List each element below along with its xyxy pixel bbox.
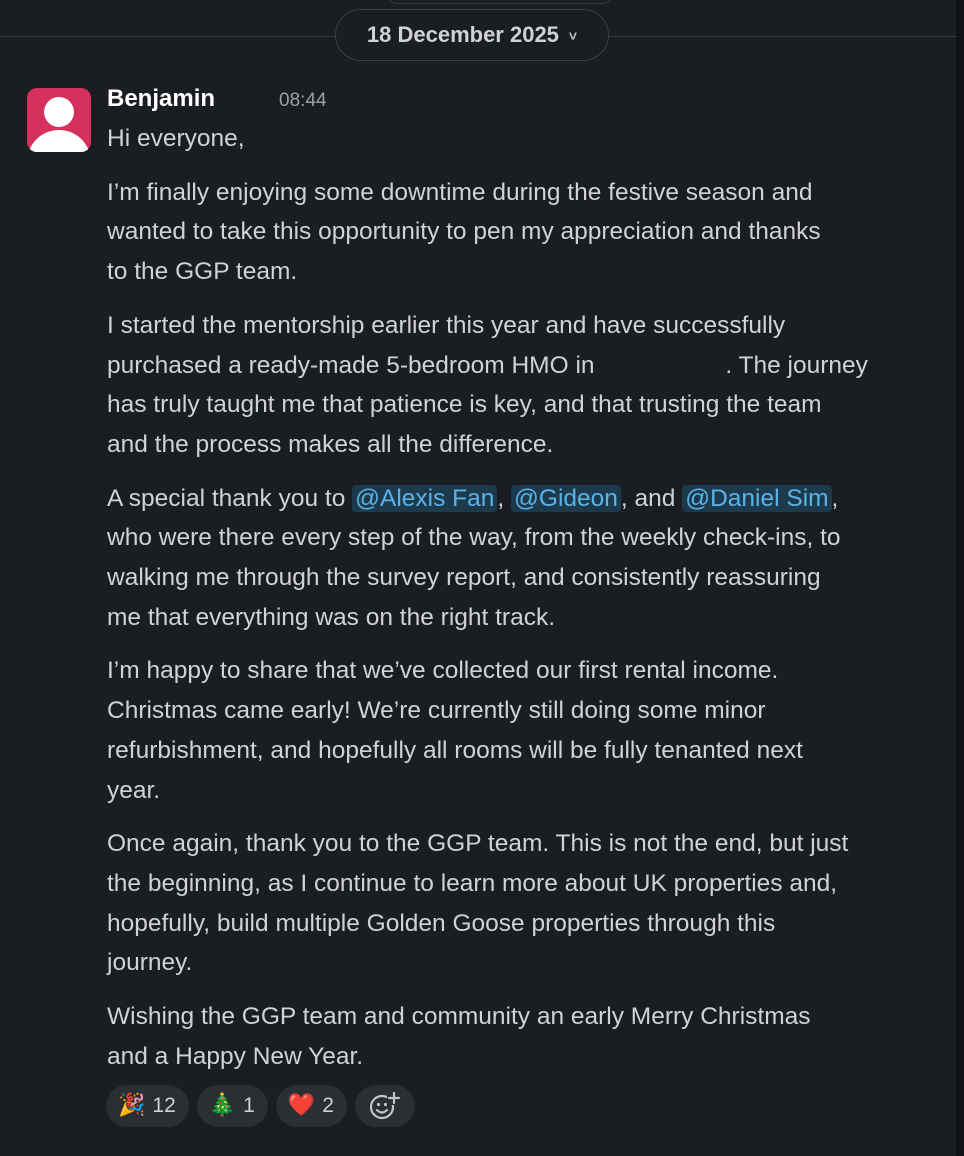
mention-daniel-sim[interactable]: @Daniel Sim [682, 484, 832, 512]
mention-alexis-fan[interactable]: @Alexis Fan [352, 484, 498, 512]
message-timestamp[interactable]: 08:44 [279, 90, 327, 112]
avatar[interactable] [27, 88, 91, 152]
mention-gideon[interactable]: @Gideon [511, 484, 621, 512]
chevron-down-icon: ˅ [568, 28, 578, 44]
user-silhouette-body [27, 130, 91, 152]
date-divider-button[interactable]: 18 December 2025 ˅ [335, 9, 609, 61]
message-line: I’m happy to share that we’ve collected … [107, 657, 779, 685]
message-line: and a Happy New Year. [107, 1042, 364, 1070]
redacted-location [601, 357, 725, 375]
reaction-count: 1 [243, 1094, 255, 1117]
date-label: 18 December 2025 [366, 22, 559, 47]
window-edge [956, 0, 964, 1156]
reaction-party-popper[interactable]: 🎉 12 [106, 1085, 189, 1127]
message-line: year. [107, 776, 161, 804]
message-line: walking me through the survey report, an… [107, 564, 821, 592]
message-text: purchased a ready-made 5-bedroom HMO in [107, 351, 602, 379]
message-header: Benjamin 08:44 [107, 85, 927, 119]
reaction-count: 12 [152, 1094, 176, 1117]
previous-date-pill [388, 0, 612, 4]
message-line: Hi everyone, [107, 125, 245, 152]
message-line: Wishing the GGP team and community an ea… [107, 1003, 811, 1031]
message-line: and the process makes all the difference… [107, 430, 554, 458]
message-text: . The journey [725, 351, 868, 379]
reaction-christmas-tree[interactable]: 🎄 1 [196, 1085, 268, 1127]
message-line: Once again, thank you to the GGP team. T… [107, 830, 849, 858]
message-text: A special thank you to [107, 484, 353, 512]
reactions-bar: 🎉 12 🎄 1 ❤️ 2 [106, 1085, 415, 1127]
user-silhouette-icon [44, 97, 74, 127]
message-line: who were there every step of the way, fr… [107, 524, 841, 552]
message-line: wanted to take this opportunity to pen m… [107, 218, 821, 246]
add-reaction-button[interactable] [354, 1085, 415, 1127]
message-text: , and [620, 484, 683, 512]
red-heart-icon: ❤️ [287, 1093, 316, 1118]
message-line: hopefully, build multiple Golden Goose p… [107, 909, 776, 937]
message-line: the beginning, as I continue to learn mo… [107, 869, 838, 897]
party-popper-icon: 🎉 [118, 1093, 146, 1118]
christmas-tree-icon: 🎄 [208, 1093, 237, 1118]
message-line: Christmas came early! We’re currently st… [107, 697, 766, 725]
message-line: to the GGP team. [107, 258, 298, 286]
message-line: has truly taught me that patience is key… [107, 391, 822, 419]
message-text: , [831, 484, 839, 512]
message-line: I’m finally enjoying some downtime durin… [107, 178, 813, 206]
message-text: , [497, 484, 512, 512]
reaction-count: 2 [322, 1094, 334, 1117]
message-line: journey. [107, 949, 193, 977]
reaction-red-heart[interactable]: ❤️ 2 [275, 1085, 347, 1127]
message-line: refurbishment, and hopefully all rooms w… [107, 736, 803, 764]
message-line: A special thank you to @Alexis Fan, @Gid… [107, 479, 927, 519]
message-line: purchased a ready-made 5-bedroom HMO in … [107, 346, 927, 386]
message: Benjamin 08:44 Hi everyone, I’m finally … [107, 85, 927, 1076]
add-reaction-icon [369, 1091, 401, 1120]
message-line: I started the mentorship earlier this ye… [107, 311, 786, 339]
message-line: me that everything was on the right trac… [107, 603, 556, 631]
author-name[interactable]: Benjamin [107, 85, 215, 113]
